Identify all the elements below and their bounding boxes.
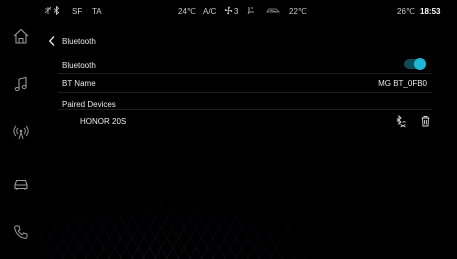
bluetooth-settings-screen: SF TA 24℃ A/C 3 22℃ 26℃ 18:53 Bluetooth … [0,0,457,259]
divider [58,109,432,110]
clock: 18:53 [420,7,441,16]
music-note-icon[interactable] [11,74,31,94]
sf-indicator: SF [72,7,83,16]
radio-signal-icon[interactable] [11,122,31,142]
device-name: HONOR 20S [80,117,127,126]
ta-indicator: TA [92,7,102,16]
outside-temperature: 26℃ [397,7,415,16]
back-button[interactable] [46,34,58,48]
fan-icon [224,6,233,17]
cabin-temperature[interactable]: 24℃ [178,7,196,16]
wifi-off-icon [44,6,52,17]
bluetooth-toggle[interactable] [404,58,426,70]
car-icon[interactable] [11,174,31,194]
seat-heat-icon [247,6,256,17]
paired-devices-header: Paired Devices [58,95,432,113]
home-icon[interactable] [11,26,31,46]
bt-name-value[interactable]: MG BT_0FB0 [378,79,427,88]
divider [58,92,432,93]
delete-icon[interactable] [418,114,432,128]
bt-name-label: BT Name [62,79,96,88]
bluetooth-icon [53,5,60,17]
paired-device-row[interactable]: HONOR 20S [58,112,432,130]
air-recirculation-icon [266,6,280,17]
page-title: Bluetooth [62,36,96,46]
status-bar: SF TA 24℃ A/C 3 22℃ 26℃ 18:53 [0,0,457,22]
bt-name-row[interactable]: BT Name MG BT_0FB0 [58,74,432,92]
seat-temperature[interactable]: 22℃ [289,7,307,16]
chevron-left-icon [48,36,55,46]
device-actions [394,114,432,128]
decorative-background-pattern [40,190,340,259]
fan-level[interactable]: 3 [234,7,238,16]
bluetooth-label: Bluetooth [62,61,96,70]
sidebar [0,0,42,259]
paired-devices-label: Paired Devices [62,100,116,109]
disconnect-icon[interactable] [394,114,408,128]
page-header: Bluetooth [46,32,96,50]
bluetooth-toggle-row[interactable]: Bluetooth [58,56,432,74]
toggle-knob [414,58,426,70]
phone-icon[interactable] [11,222,31,242]
ac-label[interactable]: A/C [203,7,216,16]
